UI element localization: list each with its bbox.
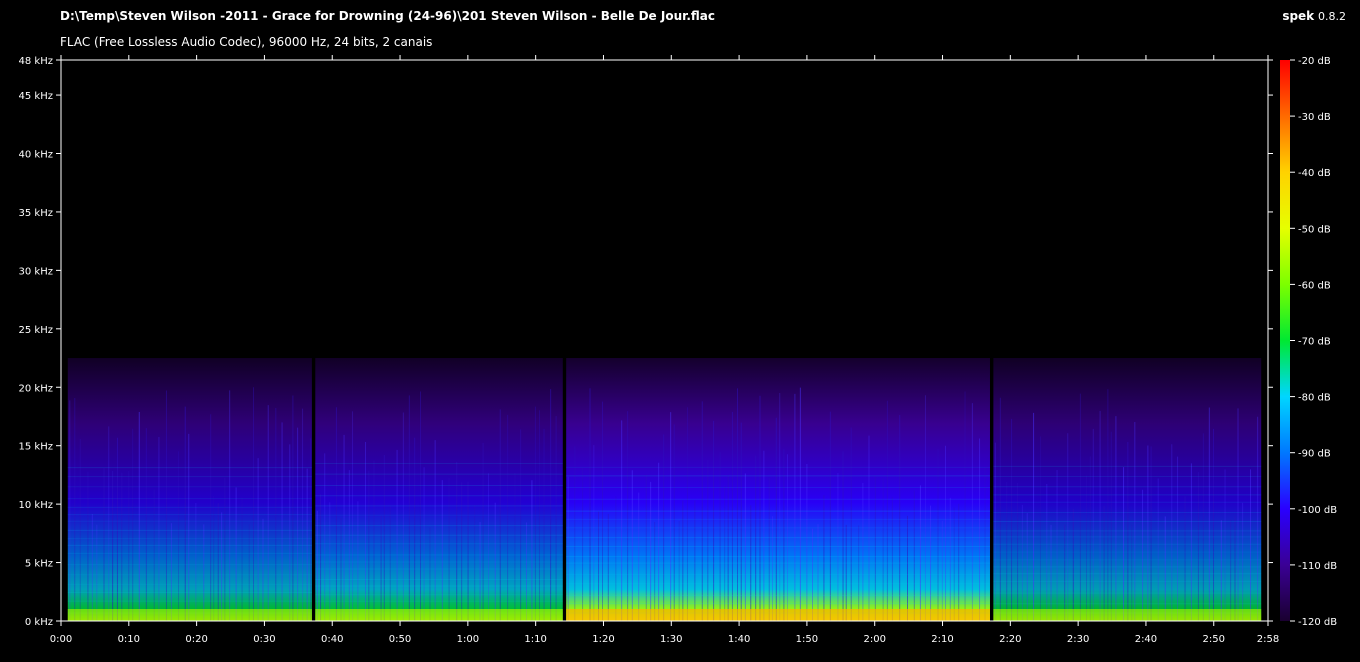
x-tick-label: 2:10	[931, 634, 953, 645]
x-tick-label: 0:50	[389, 634, 411, 645]
low-frequency-energy	[67, 609, 312, 621]
y-tick-label: 48 kHz	[19, 56, 53, 67]
x-tick-label: 0:40	[321, 634, 343, 645]
x-tick-label: 1:50	[796, 634, 818, 645]
spectrogram-chart: 0 kHz 5 kHz 10 kHz 15 kHz 20 kHz 25 kHz 30 kHz…	[19, 55, 1337, 645]
low-frequency-energy	[993, 609, 1262, 621]
y-tick-label: 15 kHz	[19, 442, 53, 453]
low-frequency-energy	[315, 609, 563, 621]
colorbar-tick-label: -70 dB	[1298, 337, 1331, 348]
colorbar	[1280, 60, 1290, 621]
y-tick-label: 0 kHz	[25, 617, 53, 628]
colorbar-tick-label: -50 dB	[1298, 224, 1331, 235]
x-tick-label: 2:30	[1067, 634, 1089, 645]
colorbar-tick-label: -20 dB	[1298, 56, 1331, 67]
colorbar-tick-label: -120 dB	[1298, 617, 1337, 628]
x-tick-label: 2:00	[863, 634, 885, 645]
x-tick-label: 2:20	[999, 634, 1021, 645]
spectrogram-segment-2	[315, 358, 563, 621]
x-tick-label: 0:30	[253, 634, 275, 645]
colorbar-tick-label: -100 dB	[1298, 505, 1337, 516]
y-tick-label: 5 kHz	[25, 559, 53, 570]
x-tick-label: 2:58	[1257, 634, 1279, 645]
x-tick-label: 2:50	[1203, 634, 1225, 645]
spectrogram-segment-4	[993, 358, 1262, 621]
y-tick-label: 30 kHz	[19, 266, 53, 277]
colorbar-tick-label: -80 dB	[1298, 393, 1331, 404]
x-tick-label: 0:10	[118, 634, 140, 645]
x-tick-label: 0:20	[185, 634, 207, 645]
x-tick-label: 1:20	[592, 634, 614, 645]
y-tick-label: 10 kHz	[19, 500, 53, 511]
x-tick-label: 1:10	[524, 634, 546, 645]
colorbar-tick-label: -90 dB	[1298, 449, 1331, 460]
x-tick-label: 1:30	[660, 634, 682, 645]
colorbar-tick-label: -30 dB	[1298, 112, 1331, 123]
x-tick-label: 1:40	[728, 634, 750, 645]
x-tick-label: 1:00	[457, 634, 479, 645]
colorbar-tick-label: -60 dB	[1298, 280, 1331, 291]
y-tick-label: 45 kHz	[19, 91, 53, 102]
spectrogram-segment-3	[566, 358, 990, 621]
low-frequency-energy	[566, 609, 990, 621]
x-tick-label: 0:00	[50, 634, 72, 645]
colorbar-tick-label: -40 dB	[1298, 168, 1331, 179]
spectrogram-segment-1	[67, 358, 312, 621]
segment-fill	[566, 358, 990, 621]
y-tick-label: 40 kHz	[19, 150, 53, 161]
colorbar-tick-label: -110 dB	[1298, 561, 1337, 572]
y-tick-label: 20 kHz	[19, 383, 53, 394]
y-tick-label: 25 kHz	[19, 325, 53, 336]
y-tick-label: 35 kHz	[19, 208, 53, 219]
x-tick-label: 2:40	[1135, 634, 1157, 645]
